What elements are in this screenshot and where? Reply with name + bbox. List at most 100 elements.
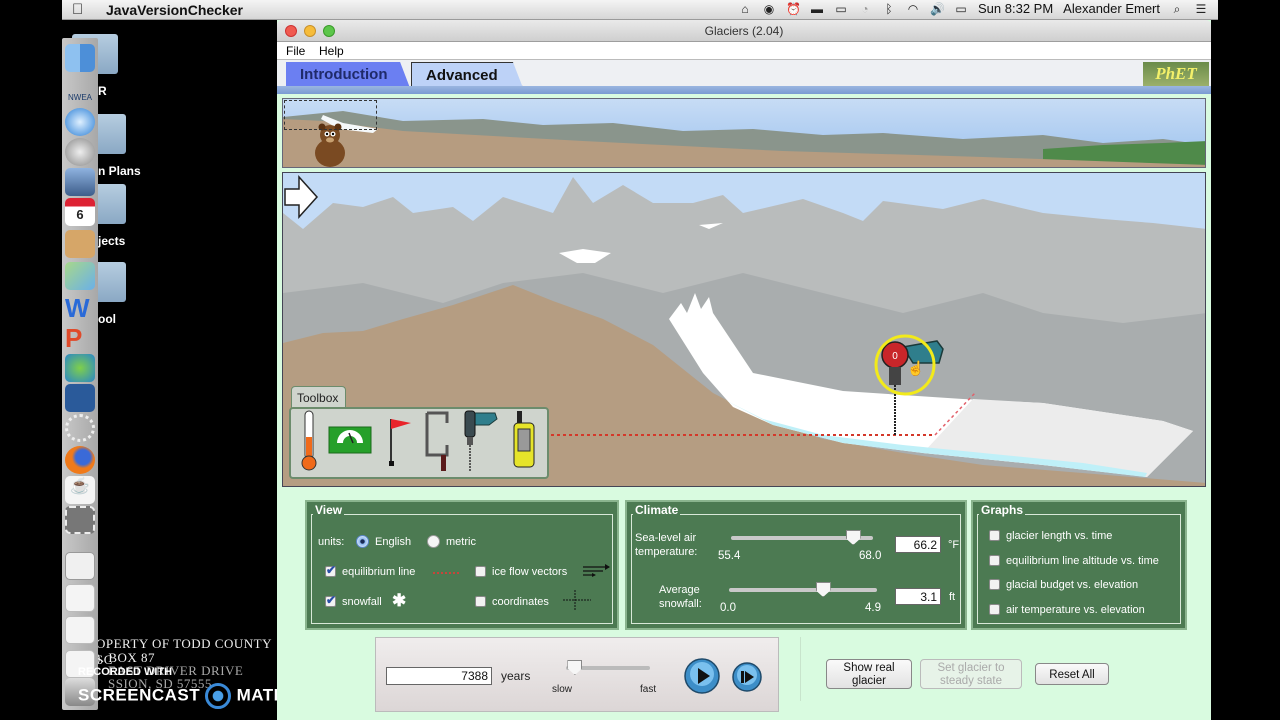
valley-overview[interactable] [282,98,1206,168]
menu-file[interactable]: File [286,44,305,58]
firefox-icon[interactable] [65,446,95,474]
screenshot-icon[interactable] [65,506,95,534]
finder-icon[interactable] [65,44,95,72]
powerpoint-icon[interactable]: P [65,324,95,352]
speed-slider-thumb[interactable] [567,660,583,675]
graph-glacier-length-label[interactable]: glacier length vs. time [1006,530,1112,542]
bluetooth-icon[interactable]: ᛒ [882,2,896,16]
graph-ela-checkbox[interactable] [989,555,1000,566]
word-doc-icon[interactable] [65,616,95,644]
snowfall-input[interactable] [895,588,941,605]
menu-bar-user[interactable]: Alexander Emert [1063,1,1160,16]
nwea-icon[interactable]: NWEA [65,76,95,104]
snowflake-icon: ✱ [392,591,407,610]
snowfall-label[interactable]: snowfall [342,596,382,608]
ice-core-drill-in-scene[interactable]: 0 ☝ [873,331,953,441]
sync-icon[interactable]: ◉ [762,2,776,16]
show-real-glacier-button[interactable]: Show real glacier [826,659,912,689]
temperature-label-line2: temperature: [635,546,698,558]
ice-flow-vectors-icon [583,564,610,577]
ice-core-drill-tool-icon[interactable] [459,409,501,473]
temperature-max-label: 68.0 [859,550,882,562]
glaciers-window: Glaciers (2.04) File Help Introduction A… [277,20,1211,720]
apple-menu-icon[interactable]:  [72,1,83,18]
safari-icon[interactable] [65,108,95,136]
ice-thickness-tool-icon[interactable] [423,409,453,473]
spotlight-search-icon[interactable]: ⌕ [1170,2,1184,16]
speed-slow-label: slow [552,684,573,695]
window-titlebar[interactable]: Glaciers (2.04) [277,20,1211,42]
units-english-label[interactable]: English [375,536,411,548]
equilibrium-line-legend-icon [433,572,459,574]
graph-glacial-budget-checkbox[interactable] [989,579,1000,590]
preview-icon[interactable] [65,168,95,196]
units-english-radio[interactable] [356,535,369,548]
snowfall-checkbox[interactable] [325,593,336,607]
phet-logo[interactable]: PhET [1143,62,1209,86]
radio-tower-icon[interactable]: ⌂ [738,2,752,16]
graphs-panel-title: Graphs [979,503,1026,517]
app-menu-bar: File Help [277,42,1211,60]
graph-ela-label[interactable]: equilibrium line altitude vs. time [1006,555,1159,567]
step-button[interactable] [732,662,762,692]
desktop-folder-label: n Plans [98,164,141,178]
reset-all-button[interactable]: Reset All [1035,663,1109,685]
units-metric-label[interactable]: metric [446,536,476,548]
messenger-icon[interactable] [65,354,95,382]
document-icon[interactable] [65,552,95,580]
coordinates-label[interactable]: coordinates [492,596,549,608]
coordinates-crosshair-icon [563,590,591,610]
graph-glacial-budget-label[interactable]: glacial budget vs. elevation [1006,579,1138,591]
wifi-icon[interactable]: ◠ [906,2,920,16]
gps-receiver-tool-icon[interactable] [511,409,537,473]
overview-viewport-indicator[interactable] [284,100,377,130]
snowfall-slider-track[interactable] [729,588,877,592]
battery-icon[interactable]: ▭ [954,2,968,16]
graph-air-temperature-checkbox[interactable] [989,604,1000,615]
set-steady-state-label-line2: steady state [939,675,1002,687]
contacts-icon[interactable] [65,230,95,258]
equilibrium-line-label[interactable]: equilibrium line [342,566,415,578]
graph-glacier-length-checkbox[interactable] [989,530,1000,541]
word-doc-icon[interactable] [65,584,95,612]
view-panel: View units: English metric equilibrium l… [305,500,619,630]
temperature-input[interactable] [895,536,941,553]
notification-center-icon[interactable]: ☰ [1194,2,1208,16]
flag-tool-icon[interactable] [385,409,415,473]
scroll-right-arrow-icon[interactable] [283,173,319,221]
time-machine-icon[interactable]: ◔ [858,2,872,16]
years-label: years [501,669,531,683]
units-metric-radio[interactable] [427,535,440,548]
java-icon[interactable]: ☕ [65,476,95,504]
remote-desktop-icon[interactable] [65,384,95,412]
thermometer-tool-icon[interactable] [299,409,321,473]
loading-icon[interactable] [65,414,95,442]
launchpad-icon[interactable] [65,138,95,166]
glacial-budget-meter-tool-icon[interactable] [327,409,373,473]
ice-flow-vectors-label[interactable]: ice flow vectors [492,566,567,578]
maps-icon[interactable] [65,262,95,290]
glacier-scene[interactable]: 0 ☝ Toolbox [282,172,1206,487]
monitor-icon[interactable]: ▬ [810,2,824,16]
alarm-clock-icon[interactable]: ⏰ [786,2,801,16]
units-label: units: [318,536,345,548]
word-icon[interactable]: W [65,294,95,322]
calendar-icon[interactable]: 6 [65,198,95,226]
set-steady-state-button[interactable]: Set glacier to steady state [920,659,1022,689]
menu-bar-clock[interactable]: Sun 8:32 PM [978,1,1053,16]
graph-air-temperature-label[interactable]: air temperature vs. elevation [1006,604,1145,616]
tab-introduction[interactable]: Introduction [286,62,410,88]
divider [800,637,801,701]
tab-advanced[interactable]: Advanced [411,62,523,88]
active-app-name[interactable]: JavaVersionChecker [106,2,243,18]
coordinates-checkbox[interactable] [475,596,486,607]
volume-icon[interactable]: 🔊 [930,2,945,16]
airplay-icon[interactable]: ▭ [834,2,848,16]
ice-flow-vectors-checkbox[interactable] [475,566,486,577]
temperature-label-line1: Sea-level air [635,532,697,544]
menu-help[interactable]: Help [319,44,344,58]
equilibrium-line-checkbox[interactable] [325,563,336,577]
climate-panel-title: Climate [633,503,681,517]
toolbox-tab[interactable]: Toolbox [291,386,346,408]
play-button[interactable] [684,658,720,694]
